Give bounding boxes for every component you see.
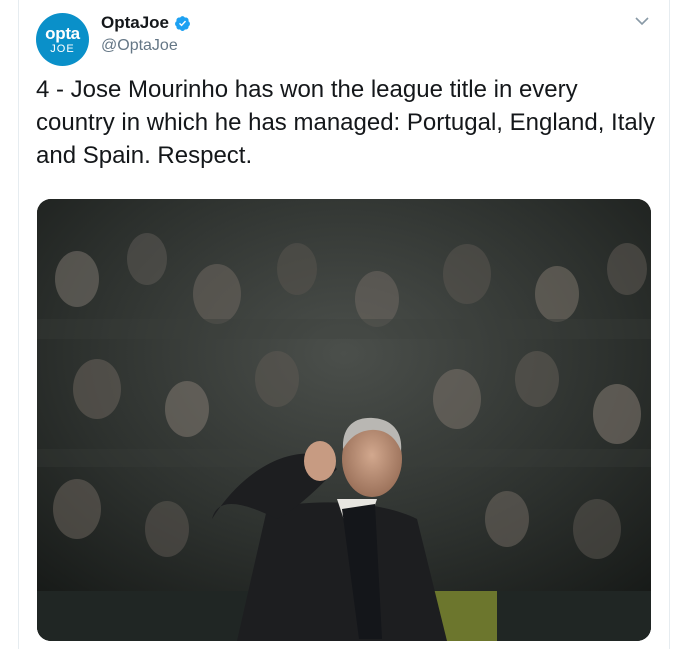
tweet-text: 4 - Jose Mourinho has won the league tit… — [36, 76, 656, 169]
avatar-logo-subtext: JOE — [50, 42, 75, 55]
photo-illustration — [37, 199, 651, 641]
chevron-down-icon[interactable] — [634, 14, 650, 26]
avatar[interactable]: opta JOE — [36, 13, 89, 66]
author-name-row[interactable]: OptaJoe — [101, 13, 191, 33]
display-name[interactable]: OptaJoe — [101, 13, 169, 33]
tweet-photo[interactable] — [37, 199, 651, 641]
verified-badge-icon — [174, 15, 191, 32]
avatar-logo-text: opta — [45, 23, 80, 43]
handle[interactable]: @OptaJoe — [101, 37, 178, 55]
